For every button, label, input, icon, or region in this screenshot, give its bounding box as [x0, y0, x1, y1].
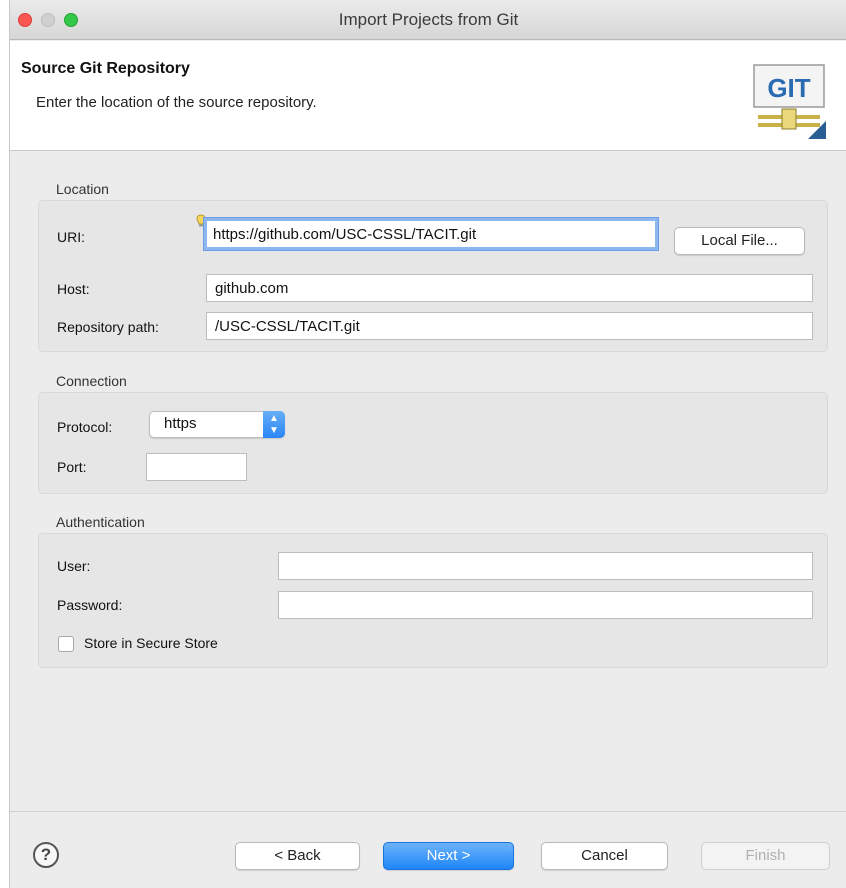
chevron-up-down-icon: ▲ ▼ [263, 411, 285, 438]
local-file-button[interactable]: Local File... [674, 227, 805, 255]
repository-path-input[interactable] [206, 312, 813, 340]
host-input[interactable] [206, 274, 813, 302]
repository-path-label: Repository path: [57, 319, 159, 335]
host-label: Host: [57, 281, 90, 297]
protocol-label: Protocol: [57, 419, 113, 435]
store-secure-checkbox[interactable] [58, 636, 74, 652]
password-label: Password: [57, 597, 123, 613]
protocol-select[interactable]: https ▲ ▼ [149, 411, 285, 438]
page-title: Source Git Repository [21, 60, 190, 77]
git-banner-icon: GIT [753, 64, 826, 139]
title-bar[interactable]: Import Projects from Git [10, 0, 846, 40]
cancel-button[interactable]: Cancel [541, 842, 668, 870]
connection-group-label: Connection [56, 373, 127, 389]
wizard-header: Source Git Repository Enter the location… [10, 41, 846, 151]
authentication-group-label: Authentication [56, 514, 145, 530]
next-button[interactable]: Next > [383, 842, 514, 870]
store-secure-label: Store in Secure Store [84, 635, 218, 651]
help-icon[interactable]: ? [33, 842, 59, 868]
user-label: User: [57, 558, 91, 574]
dialog-window: Import Projects from Git Source Git Repo… [9, 0, 846, 888]
location-group-label: Location [56, 181, 109, 197]
git-banner-text: GIT [767, 73, 810, 103]
back-button[interactable]: < Back [235, 842, 360, 870]
protocol-value: https [164, 415, 197, 432]
password-input[interactable] [278, 591, 813, 619]
window-title: Import Projects from Git [338, 10, 519, 29]
port-label: Port: [57, 459, 87, 475]
finish-button[interactable]: Finish [701, 842, 830, 870]
page-description: Enter the location of the source reposit… [36, 94, 317, 111]
user-input[interactable] [278, 552, 813, 580]
uri-input[interactable] [204, 218, 658, 250]
uri-label: URI: [57, 229, 85, 245]
port-input[interactable] [146, 453, 247, 481]
